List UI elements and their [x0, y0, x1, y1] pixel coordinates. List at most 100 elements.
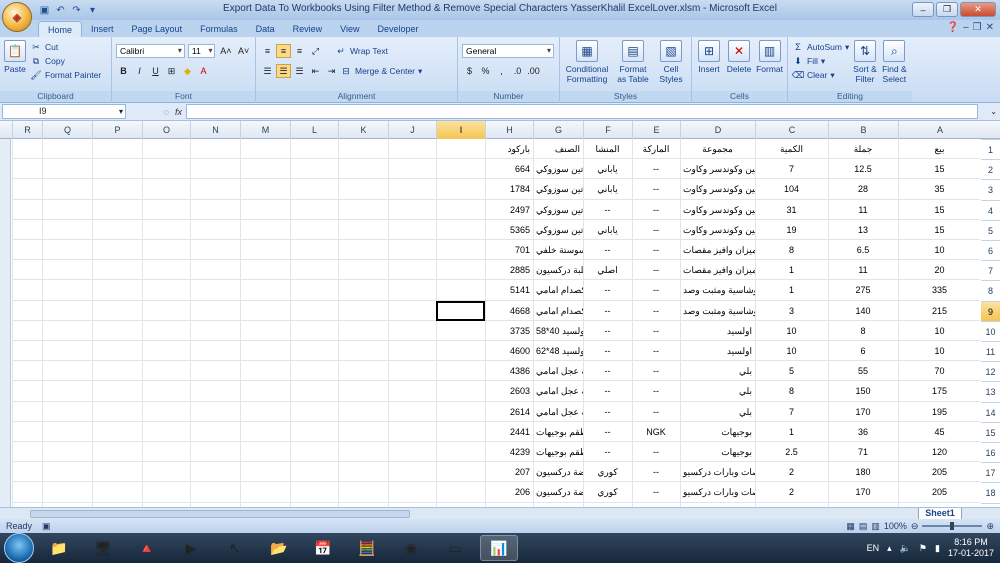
cell-c4[interactable]: 31: [755, 200, 828, 220]
cell-h2[interactable]: 664: [485, 159, 533, 179]
column-header-e[interactable]: E: [632, 121, 680, 139]
tab-review[interactable]: Review: [284, 21, 332, 37]
cell-b18[interactable]: 170: [828, 482, 898, 502]
cell-f14[interactable]: --: [583, 402, 632, 422]
cell-h18[interactable]: 206: [485, 482, 533, 502]
row-header-14[interactable]: 14: [981, 401, 1000, 422]
shrink-font-icon[interactable]: A˅: [236, 44, 251, 58]
zoom-in-icon[interactable]: ⊕: [986, 521, 994, 532]
cell-e17[interactable]: --: [632, 462, 680, 482]
cell-g1[interactable]: الصنف: [533, 139, 583, 159]
network-icon[interactable]: ▮: [935, 543, 940, 554]
cell-b13[interactable]: 150: [828, 381, 898, 401]
cell-h9[interactable]: 4668: [485, 301, 533, 321]
merge-center-button[interactable]: ⊟ Merge & Center ▾: [340, 64, 422, 78]
copy-button[interactable]: ⧉ Copy: [30, 54, 101, 68]
cell-c5[interactable]: 19: [755, 220, 828, 240]
cell-b9[interactable]: 140: [828, 301, 898, 321]
office-button[interactable]: ◈: [2, 2, 32, 32]
format-painter-button[interactable]: 🖌 Format Painter: [30, 68, 101, 82]
row-header-7[interactable]: 7: [981, 260, 1000, 280]
cell-a7[interactable]: 20: [898, 260, 981, 280]
fx-icon[interactable]: fx: [175, 107, 182, 117]
row-header-1[interactable]: 1: [981, 139, 1000, 159]
column-header-i[interactable]: I: [436, 121, 485, 139]
cell-d6[interactable]: افيز ميزان وافيز مقصات: [680, 240, 755, 260]
cell-d10[interactable]: اولسيد: [680, 321, 755, 341]
cell-f15[interactable]: --: [583, 422, 632, 442]
cell-g11[interactable]: اولسيد 48*62: [533, 341, 583, 361]
cell-a4[interactable]: 15: [898, 200, 981, 220]
cursor-tool-icon[interactable]: ↖: [216, 535, 254, 561]
cell-f9[interactable]: --: [583, 301, 632, 321]
number-format-select[interactable]: General: [462, 44, 554, 58]
currency-icon[interactable]: $: [462, 64, 477, 78]
cell-b11[interactable]: 6: [828, 341, 898, 361]
cell-b2[interactable]: 12.5: [828, 159, 898, 179]
folder-icon[interactable]: 📂: [260, 535, 298, 561]
cell-g18[interactable]: بيضة دركسيون: [533, 482, 583, 502]
selected-cell[interactable]: [436, 300, 485, 321]
cell-c3[interactable]: 104: [755, 179, 828, 199]
cell-a18[interactable]: 205: [898, 482, 981, 502]
row-header-16[interactable]: 16: [981, 442, 1000, 462]
cell-f10[interactable]: --: [583, 321, 632, 341]
cell-g12[interactable]: بلية عجل امامي: [533, 361, 583, 381]
scroll-thumb[interactable]: [30, 510, 410, 518]
explorer-icon[interactable]: 📁: [40, 535, 78, 561]
column-header-g[interactable]: G: [533, 121, 583, 139]
zoom-slider[interactable]: [922, 522, 983, 530]
cell-g7[interactable]: افيز علبة دركسيون: [533, 260, 583, 280]
decrease-indent-icon[interactable]: ⇤: [308, 64, 323, 78]
ribbon-minimize-icon[interactable]: –: [963, 22, 969, 33]
underline-icon[interactable]: U: [148, 64, 163, 78]
cell-b10[interactable]: 8: [828, 321, 898, 341]
cell-h15[interactable]: 2441: [485, 422, 533, 442]
cell-c9[interactable]: 3: [755, 301, 828, 321]
cell-c6[interactable]: 8: [755, 240, 828, 260]
cell-e2[interactable]: --: [632, 159, 680, 179]
fill-color-icon[interactable]: ◆: [180, 64, 195, 78]
cell-d2[interactable]: ابلاتين وكوندسر وكاوت: [680, 159, 755, 179]
grow-font-icon[interactable]: A˄: [218, 44, 233, 58]
help-icon[interactable]: ❓: [947, 22, 959, 33]
cell-f16[interactable]: --: [583, 442, 632, 462]
row-header-3[interactable]: 3: [981, 179, 1000, 199]
cell-e9[interactable]: --: [632, 301, 680, 321]
row-header-13[interactable]: 13: [981, 381, 1000, 401]
column-header-r[interactable]: R: [12, 121, 42, 139]
cell-c15[interactable]: 1: [755, 422, 828, 442]
cell-g13[interactable]: بلية عجل امامي: [533, 381, 583, 401]
increase-decimal-icon[interactable]: .0: [510, 64, 525, 78]
cell-f2[interactable]: ياباني: [583, 159, 632, 179]
cell-b14[interactable]: 170: [828, 402, 898, 422]
column-header-d[interactable]: D: [680, 121, 755, 139]
cell-a9[interactable]: 215: [898, 301, 981, 321]
cell-b1[interactable]: جملة: [828, 139, 898, 159]
cell-d16[interactable]: بوجيهات: [680, 442, 755, 462]
cell-c2[interactable]: 7: [755, 159, 828, 179]
name-box[interactable]: I9: [2, 104, 126, 119]
cell-e10[interactable]: --: [632, 321, 680, 341]
cell-a11[interactable]: 10: [898, 341, 981, 361]
cell-a14[interactable]: 195: [898, 402, 981, 422]
cell-g16[interactable]: طقم بوجيهات: [533, 442, 583, 462]
row-header-17[interactable]: 17: [981, 462, 1000, 482]
cell-g14[interactable]: بلية عجل امامي: [533, 402, 583, 422]
cell-g10[interactable]: اولسيد 40*58: [533, 321, 583, 341]
tab-data[interactable]: Data: [247, 21, 284, 37]
comma-icon[interactable]: ,: [494, 64, 509, 78]
worksheet-grid[interactable]: RQPONMLKJIHGFEDCBA باركود الصنف المنشا الما…: [0, 121, 1000, 507]
cell-c12[interactable]: 5: [755, 361, 828, 381]
calculator-icon[interactable]: 🧮: [348, 535, 386, 561]
cell-f8[interactable]: --: [583, 280, 632, 300]
column-header-j[interactable]: J: [388, 121, 436, 139]
cell-f13[interactable]: --: [583, 381, 632, 401]
cell-d5[interactable]: ابلاتين وكوندسر وكاوت: [680, 220, 755, 240]
control-panel-icon[interactable]: 🖥: [84, 535, 122, 561]
macro-record-icon[interactable]: ▣: [42, 521, 51, 532]
paste-button[interactable]: 📋 Paste: [4, 40, 26, 82]
row-header-9[interactable]: 9: [981, 300, 1000, 321]
cell-g9[interactable]: اكصدام امامي: [533, 301, 583, 321]
vertical-scrollbar[interactable]: [0, 139, 11, 507]
